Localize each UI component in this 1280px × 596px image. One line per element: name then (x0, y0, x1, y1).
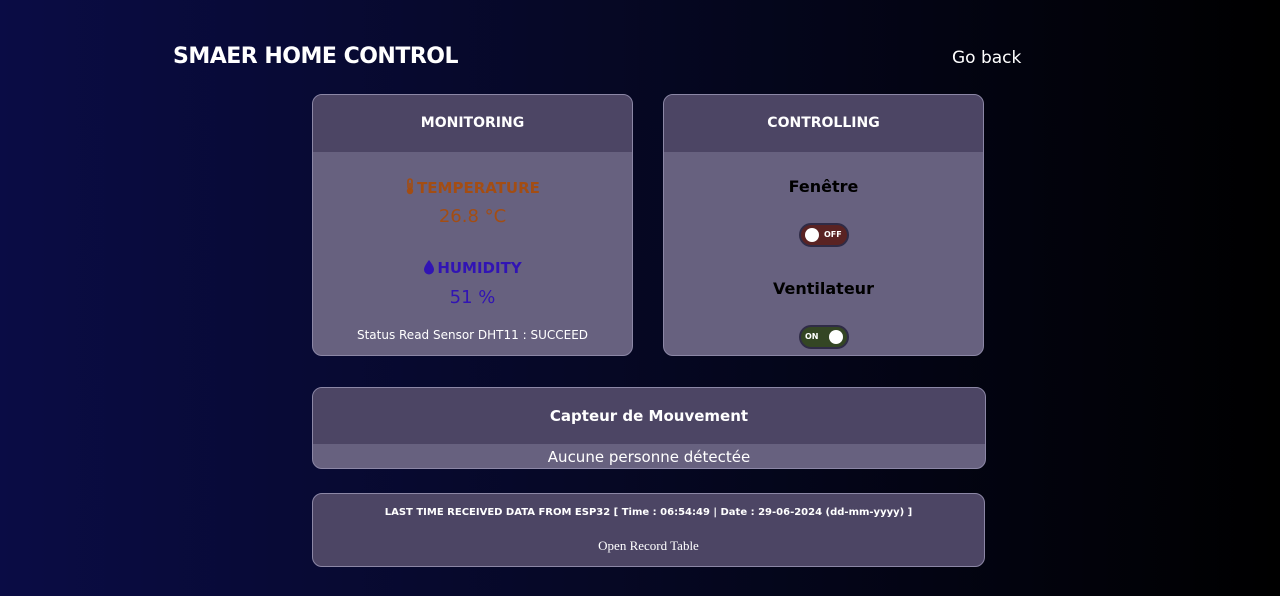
toggle-knob (829, 330, 843, 344)
droplet-icon (423, 259, 435, 279)
toggle-knob (805, 228, 819, 242)
controlling-title: CONTROLLING (664, 95, 983, 152)
last-data-card: LAST TIME RECEIVED DATA FROM ESP32 [ Tim… (312, 493, 985, 567)
thermometer-icon (405, 178, 415, 199)
ventilateur-label: Ventilateur (773, 279, 874, 298)
humidity-label-row: HUMIDITY (313, 259, 632, 279)
fenetre-toggle-state: OFF (824, 230, 842, 239)
humidity-value: 51 % (449, 287, 496, 308)
controlling-card: CONTROLLING Fenêtre OFF Ventilateur ON (663, 94, 984, 356)
go-back-link[interactable]: Go back (952, 48, 1021, 68)
humidity-label: HUMIDITY (437, 259, 522, 277)
temperature-label-row: TEMPERATURE (313, 178, 632, 199)
ventilateur-toggle[interactable]: ON (799, 325, 849, 349)
fenetre-label: Fenêtre (788, 177, 859, 196)
fenetre-toggle[interactable]: OFF (799, 223, 849, 247)
monitoring-title: MONITORING (313, 95, 632, 152)
page-title: SMAER HOME CONTROL (173, 44, 459, 69)
last-received-info: LAST TIME RECEIVED DATA FROM ESP32 [ Tim… (384, 507, 913, 518)
temperature-value: 26.8 °C (438, 206, 507, 227)
ventilateur-toggle-state: ON (805, 332, 819, 341)
motion-status: Aucune personne détectée (547, 448, 751, 466)
motion-title: Capteur de Mouvement (313, 388, 985, 444)
monitoring-card: MONITORING TEMPERATURE 26.8 °C HUMIDITY … (312, 94, 633, 356)
temperature-label: TEMPERATURE (417, 179, 540, 197)
sensor-status: Status Read Sensor DHT11 : SUCCEED (356, 328, 589, 342)
motion-sensor-card: Capteur de Mouvement Aucune personne dét… (312, 387, 986, 469)
open-record-table-link[interactable]: Open Record Table (313, 538, 984, 554)
